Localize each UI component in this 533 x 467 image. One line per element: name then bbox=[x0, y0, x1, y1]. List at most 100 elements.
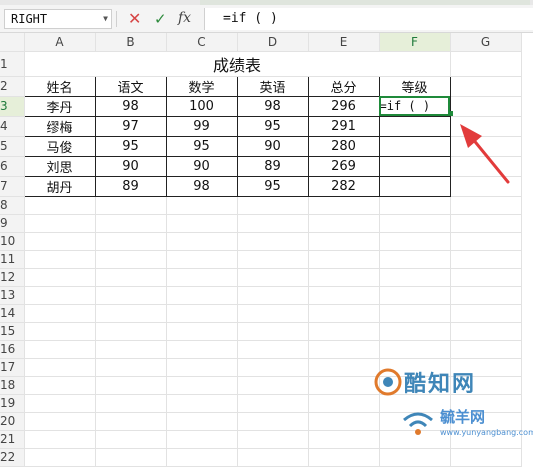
watermark-line2: 毓羊网 bbox=[440, 408, 486, 426]
grade-cell[interactable] bbox=[378, 115, 451, 137]
sheet-row: 10 bbox=[0, 232, 522, 251]
grade-cell[interactable] bbox=[378, 155, 451, 177]
data-cell[interactable]: 胡丹 bbox=[23, 175, 96, 197]
grade-cell[interactable] bbox=[378, 135, 451, 157]
empty-cell[interactable] bbox=[450, 176, 522, 197]
row-header[interactable]: 14 bbox=[0, 304, 25, 323]
divider bbox=[116, 11, 117, 27]
column-header-selected[interactable]: F bbox=[379, 33, 451, 52]
row-header[interactable]: 2 bbox=[0, 76, 25, 97]
sheet-row: 22 bbox=[0, 448, 522, 467]
data-cell[interactable]: 95 bbox=[94, 135, 167, 157]
row-header[interactable]: 22 bbox=[0, 448, 25, 467]
header-cell[interactable]: 英语 bbox=[236, 75, 309, 97]
column-header[interactable]: E bbox=[308, 33, 380, 52]
empty-cell[interactable] bbox=[450, 51, 522, 77]
sheet-row: 12 bbox=[0, 268, 522, 287]
row-header[interactable]: 5 bbox=[0, 136, 25, 157]
header-cell[interactable]: 数学 bbox=[165, 75, 238, 97]
data-cell[interactable]: 95 bbox=[165, 135, 238, 157]
empty-cell[interactable] bbox=[450, 136, 522, 157]
column-header[interactable]: B bbox=[95, 33, 167, 52]
data-cell[interactable]: 90 bbox=[236, 135, 309, 157]
data-cell[interactable]: 89 bbox=[94, 175, 167, 197]
column-header-row: A B C D E F G bbox=[0, 33, 522, 52]
data-cell[interactable]: 89 bbox=[236, 155, 309, 177]
sheet-row: 16 bbox=[0, 340, 522, 359]
row-header[interactable]: 13 bbox=[0, 286, 25, 305]
sheet-row: 9 bbox=[0, 214, 522, 233]
data-cell[interactable]: 296 bbox=[307, 95, 380, 117]
row-header[interactable]: 21 bbox=[0, 430, 25, 449]
header-cell[interactable]: 语文 bbox=[94, 75, 167, 97]
data-cell[interactable]: 269 bbox=[307, 155, 380, 177]
column-header[interactable]: C bbox=[166, 33, 238, 52]
data-cell[interactable]: 291 bbox=[307, 115, 380, 137]
empty-cell[interactable] bbox=[450, 76, 522, 97]
table-row: 5 马俊 95 95 90 280 bbox=[0, 135, 522, 157]
data-cell[interactable]: 99 bbox=[165, 115, 238, 137]
row-header[interactable]: 1 bbox=[0, 51, 25, 77]
row-header[interactable]: 20 bbox=[0, 412, 25, 431]
row-header[interactable]: 8 bbox=[0, 196, 25, 215]
data-cell[interactable]: 95 bbox=[236, 115, 309, 137]
sheet-row: 15 bbox=[0, 322, 522, 341]
row-header[interactable]: 18 bbox=[0, 376, 25, 395]
data-cell[interactable]: 97 bbox=[94, 115, 167, 137]
data-cell[interactable]: 98 bbox=[94, 95, 167, 117]
name-box[interactable]: RIGHT ▼ bbox=[4, 9, 112, 29]
data-cell[interactable]: 280 bbox=[307, 135, 380, 157]
table-row: 3 李丹 98 100 98 296 =if ( ) bbox=[0, 95, 522, 117]
column-header[interactable]: G bbox=[450, 33, 522, 52]
formula-input[interactable]: =if ( ) bbox=[204, 8, 533, 30]
data-cell[interactable]: 90 bbox=[165, 155, 238, 177]
row-header[interactable]: 11 bbox=[0, 250, 25, 269]
header-cell[interactable]: 姓名 bbox=[23, 75, 96, 97]
insert-function-icon[interactable]: fx bbox=[178, 8, 191, 28]
empty-cell[interactable] bbox=[450, 156, 522, 177]
watermark-url: www.yunyangbang.com bbox=[440, 428, 533, 437]
row-header[interactable]: 7 bbox=[0, 176, 25, 197]
row-header[interactable]: 9 bbox=[0, 214, 25, 233]
row-header[interactable]: 17 bbox=[0, 358, 25, 377]
sheet-row: 2 姓名 语文 数学 英语 总分 等级 bbox=[0, 75, 522, 97]
grade-cell[interactable] bbox=[378, 175, 451, 197]
data-cell[interactable]: 282 bbox=[307, 175, 380, 197]
data-cell[interactable]: 李丹 bbox=[23, 95, 96, 117]
chevron-down-icon[interactable]: ▼ bbox=[103, 10, 108, 28]
row-header-selected[interactable]: 3 bbox=[0, 96, 25, 117]
table-row: 6 刘思 90 90 89 269 bbox=[0, 155, 522, 177]
data-cell[interactable]: 刘思 bbox=[23, 155, 96, 177]
row-header[interactable]: 4 bbox=[0, 116, 25, 137]
sheet-row: 8 bbox=[0, 196, 522, 215]
empty-cell[interactable] bbox=[450, 116, 522, 137]
column-header[interactable]: A bbox=[24, 33, 96, 52]
cancel-icon[interactable]: ✕ bbox=[128, 9, 141, 29]
row-header[interactable]: 10 bbox=[0, 232, 25, 251]
enter-check-icon[interactable]: ✓ bbox=[154, 9, 167, 29]
data-cell[interactable]: 马俊 bbox=[23, 135, 96, 157]
column-header[interactable]: D bbox=[237, 33, 309, 52]
select-all-corner[interactable] bbox=[0, 33, 25, 52]
watermark-line1: 酷知网 bbox=[404, 372, 477, 397]
table-title[interactable]: 成绩表 bbox=[24, 51, 451, 77]
data-cell[interactable]: 98 bbox=[236, 95, 309, 117]
sheet-row: 13 bbox=[0, 286, 522, 305]
row-header[interactable]: 19 bbox=[0, 394, 25, 413]
data-cell[interactable]: 90 bbox=[94, 155, 167, 177]
data-cell[interactable]: 100 bbox=[165, 95, 238, 117]
active-cell[interactable]: =if ( ) bbox=[378, 95, 451, 117]
empty-cell[interactable] bbox=[450, 96, 522, 117]
header-cell[interactable]: 总分 bbox=[307, 75, 380, 97]
data-cell[interactable]: 缪梅 bbox=[23, 115, 96, 137]
row-header[interactable]: 6 bbox=[0, 156, 25, 177]
header-cell[interactable]: 等级 bbox=[378, 75, 451, 97]
sheet-row: 1 成绩表 bbox=[0, 51, 522, 77]
formula-bar: RIGHT ▼ ✕ ✓ fx =if ( ) bbox=[0, 0, 533, 33]
row-header[interactable]: 15 bbox=[0, 322, 25, 341]
data-cell[interactable]: 95 bbox=[236, 175, 309, 197]
row-header[interactable]: 16 bbox=[0, 340, 25, 359]
row-header[interactable]: 12 bbox=[0, 268, 25, 287]
data-cell[interactable]: 98 bbox=[165, 175, 238, 197]
fill-handle[interactable] bbox=[448, 111, 453, 116]
